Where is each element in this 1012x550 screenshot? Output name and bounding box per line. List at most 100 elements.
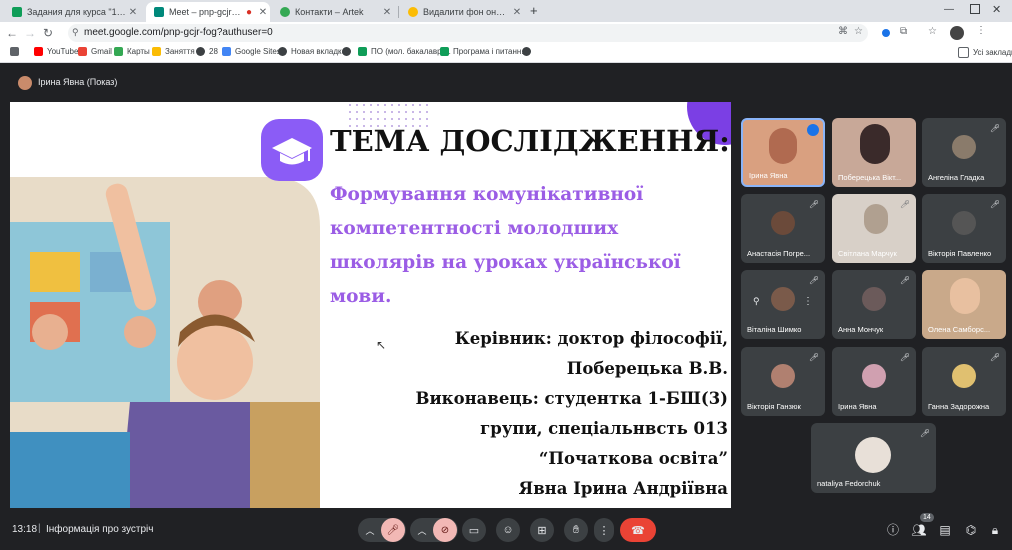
slide-info: Керівник: доктор філософії, Поберецька В… [416, 324, 729, 504]
present-button[interactable]: ⊞ [530, 518, 554, 542]
video-feed [860, 124, 890, 164]
extension-icon[interactable] [882, 29, 890, 37]
bookmark-maps[interactable]: Карты [114, 47, 150, 56]
emoji-button[interactable]: ☺ [496, 518, 520, 542]
meeting-info-link[interactable]: Інформація про зустріч [46, 524, 153, 535]
info-icon[interactable]: ⓘ [884, 521, 902, 539]
window-close-icon[interactable]: ✕ [992, 3, 1001, 16]
video-feed [864, 204, 888, 234]
participant-tile[interactable]: 🎤︎ Вікторія Ганзюк [741, 347, 825, 416]
info-line: Поберецька В.В. [566, 359, 728, 378]
browser-tab[interactable]: Контакти – Artek ✕ [272, 2, 394, 22]
close-icon[interactable]: ✕ [380, 7, 394, 18]
tab-label: Видалити фон онлайн, зробі [423, 7, 510, 17]
bookmark-star-icon[interactable]: ☆ [854, 26, 863, 37]
bookmark-drive-po[interactable]: ПО (мол. бакалавр)... [358, 47, 451, 56]
participant-tile[interactable]: Поберецька Вікт... [832, 118, 916, 187]
dot [370, 104, 372, 106]
reading-list-icon[interactable]: ☆ [928, 26, 937, 37]
maximize-icon[interactable] [970, 4, 980, 14]
participant-tile[interactable]: 🎤︎ Ангеліна Гладка [922, 118, 1006, 187]
mic-off-icon: 🎤︎ [990, 353, 1001, 362]
browser-tab-active[interactable]: Meet – pnp-gcjr-fog ● ✕ [146, 2, 270, 22]
apps-icon[interactable] [10, 47, 23, 56]
close-icon[interactable]: ✕ [256, 7, 270, 18]
captions-button[interactable]: ▭ [462, 518, 486, 542]
omnibox[interactable]: ⚲ meet.google.com/pnp-gcjr-fog?authuser=… [68, 24, 868, 42]
menu-icon[interactable]: ⋮ [976, 25, 986, 36]
participant-tile[interactable]: 🎤︎ Анастасія Погре... [741, 194, 825, 263]
pin-icon[interactable]: ⚲ [753, 296, 760, 307]
mic-off-icon[interactable]: 🎤︎ [381, 518, 405, 542]
participant-tile[interactable]: Олена Самборс... [922, 270, 1006, 339]
bookmark-google-sites[interactable]: Google Sites [222, 47, 281, 56]
forward-icon[interactable]: → [22, 25, 38, 41]
tab-label: Meet – pnp-gcjr-fog [169, 7, 242, 17]
chat-icon[interactable]: ▤ [936, 521, 954, 539]
bookmark-label: Карты [127, 47, 150, 56]
site-info-icon[interactable]: ⚲ [72, 27, 79, 38]
participant-tile[interactable]: 🎤︎ Ірина Явна [832, 347, 916, 416]
participant-tile[interactable]: Ірина Явна [741, 118, 825, 187]
participant-tile[interactable]: 🎤︎ Світлана Марчук [832, 194, 916, 263]
participant-tile[interactable]: ⚲ ⋮ 🎤︎ Віталіна Шимко [741, 270, 825, 339]
more-options-button[interactable]: ⋮ [594, 518, 614, 542]
dot [377, 111, 379, 113]
participant-name: Поберецька Вікт... [838, 173, 902, 182]
chevron-up-icon[interactable]: ︿ [411, 524, 433, 537]
dot [384, 104, 386, 106]
bookmark-gmail[interactable]: Gmail [78, 47, 112, 56]
minimize-icon[interactable]: — [944, 4, 954, 15]
bookmark-youtube[interactable]: YouTube [34, 47, 78, 56]
activities-icon[interactable]: ⌬ [962, 521, 980, 539]
more-options-icon[interactable]: ⋮ [803, 296, 813, 307]
mouse-cursor-icon: ↖ [376, 338, 387, 352]
participant-name: Вікторія Павленко [928, 249, 992, 258]
bookmark-new-tab[interactable]: Новая вкладка [278, 47, 346, 56]
avatar [862, 364, 886, 388]
close-icon[interactable]: ✕ [126, 7, 140, 18]
participant-tile[interactable]: 🎤︎ Ганна Задорожна [922, 347, 1006, 416]
participant-tile[interactable]: 🎤︎ Анна Мончук [832, 270, 916, 339]
video-feed [950, 278, 980, 314]
raise-hand-button[interactable]: ✋︎ [564, 518, 588, 542]
dot [412, 118, 414, 120]
topic-line: школярів на уроках української [330, 252, 681, 273]
profile-avatar[interactable] [950, 26, 964, 40]
browser-tab[interactable]: Видалити фон онлайн, зробі ✕ [400, 2, 524, 22]
bookmark-globe[interactable] [522, 47, 535, 56]
dot [398, 111, 400, 113]
dot [377, 118, 379, 120]
close-icon[interactable]: ✕ [510, 7, 524, 18]
leave-call-button[interactable]: ☎︎ [620, 518, 656, 542]
bookmark-classes[interactable]: Заняття [152, 47, 195, 56]
participant-tile[interactable]: 🎤︎ Вікторія Павленко [922, 194, 1006, 263]
dot [377, 104, 379, 106]
back-icon[interactable]: ← [4, 25, 20, 41]
participant-name: Ірина Явна [838, 402, 877, 411]
avatar [771, 287, 795, 311]
tab-label: Задания для курса "1-БШ(3), [27, 7, 126, 17]
participant-tile[interactable]: 🎤︎ nataliya Fedorchuk [811, 423, 936, 493]
bookmark-drive-program[interactable]: Програма і питанн... [440, 47, 528, 56]
new-tab-button[interactable]: + [530, 3, 538, 18]
bookmark-label: YouTube [47, 47, 79, 56]
cap-svg [272, 138, 312, 165]
bookmark-28[interactable]: 28 [196, 47, 218, 56]
browser-tab[interactable]: Задания для курса "1-БШ(3), ✕ [4, 2, 140, 22]
desk-items [10, 432, 130, 508]
info-line: Виконавець: студентка 1-БШ(3) [415, 389, 729, 408]
camera-off-icon[interactable]: ⊘ [433, 518, 457, 542]
gmail-icon [78, 47, 87, 56]
all-bookmarks[interactable]: Усі закладки [958, 47, 1012, 58]
chevron-up-icon[interactable]: ︿ [359, 524, 381, 537]
host-controls-icon[interactable]: 🔒︎ [986, 521, 1004, 539]
extensions-puzzle-icon[interactable]: ⧉ [900, 26, 907, 37]
dot [363, 111, 365, 113]
bookmark-globe[interactable] [342, 47, 355, 56]
people-icon[interactable]: 👥︎ [910, 521, 928, 539]
reload-icon[interactable]: ↻ [40, 25, 56, 41]
bookmarks-bar: YouTube Gmail Карты Заняття 28 Google Si… [0, 44, 1012, 63]
dot [356, 104, 358, 106]
translate-icon[interactable]: ⌘ [838, 26, 848, 37]
